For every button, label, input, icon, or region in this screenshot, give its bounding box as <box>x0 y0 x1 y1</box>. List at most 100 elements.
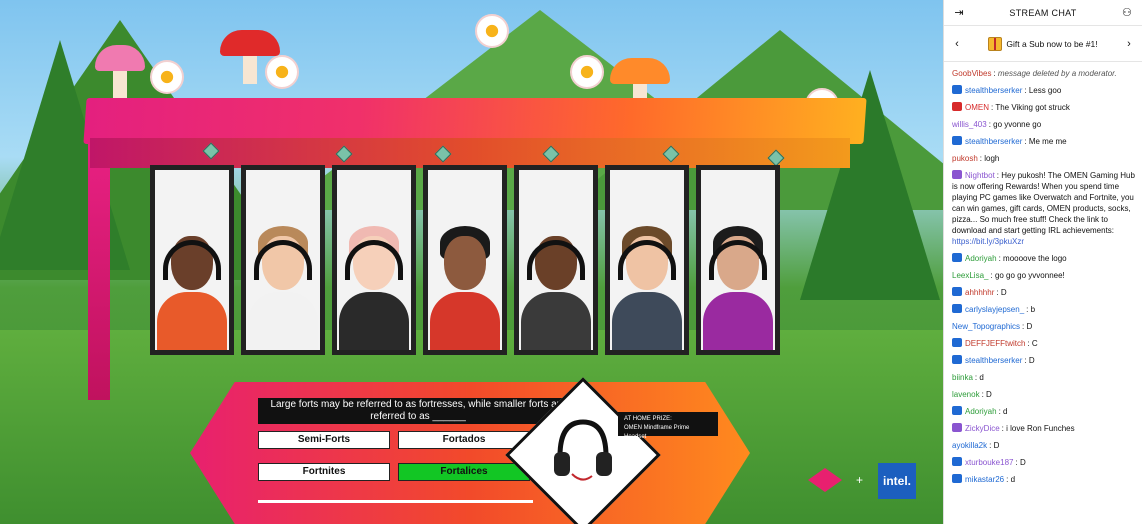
chat-message: lavenok: D <box>952 389 1136 400</box>
chat-username[interactable]: lavenok <box>952 390 980 399</box>
subscriber-badge-icon <box>952 253 962 262</box>
subscriber-badge-icon <box>952 304 962 313</box>
chat-message: New_Topographics: D <box>952 321 1136 332</box>
subscriber-badge-icon <box>952 474 962 483</box>
contestant-panels <box>150 165 780 355</box>
chat-message: ayokilla2k: D <box>952 440 1136 451</box>
chat-username[interactable]: DEFFJEFFtwitch <box>965 339 1025 348</box>
chat-username[interactable]: mikastar26 <box>965 475 1004 484</box>
chat-link[interactable]: https://bit.ly/3pkuXzr <box>952 237 1024 246</box>
chat-username[interactable]: stealthberserker <box>965 86 1022 95</box>
chat-message: LeexLisa_: go go go yvvonnee! <box>952 270 1136 281</box>
chat-message: stealthberserker: Less goo <box>952 85 1136 96</box>
chat-username[interactable]: LeexLisa_ <box>952 271 988 280</box>
chat-message: OMEN: The Viking got struck <box>952 102 1136 113</box>
chat-message: stealthberserker: D <box>952 355 1136 366</box>
chat-text: d <box>1010 475 1016 484</box>
flower <box>570 55 604 89</box>
flower <box>150 60 184 94</box>
chat-message-list[interactable]: GoobVibes: message deleted by a moderato… <box>944 62 1142 485</box>
subscriber-badge-icon <box>952 406 962 415</box>
subscriber-badge-icon <box>952 85 962 94</box>
chat-text: D <box>1000 288 1007 297</box>
chat-message: willis_403: go yvonne go <box>952 119 1136 130</box>
chat-message: biinka: d <box>952 372 1136 383</box>
chat-text: logh <box>984 154 1000 163</box>
prize-label-text: AT HOME PRIZE: <box>624 416 672 422</box>
chat-username[interactable]: carlyslayjepsen_ <box>965 305 1024 314</box>
chat-username[interactable]: Nightbot <box>965 171 995 180</box>
chat-text: d <box>1003 407 1008 416</box>
contestant-panel <box>332 165 416 355</box>
intel-logo: intel. <box>878 463 916 499</box>
chat-username[interactable]: OMEN <box>965 103 989 112</box>
contestant-panel <box>514 165 598 355</box>
collapse-arrow-icon[interactable]: ⇥ <box>952 6 966 19</box>
subscriber-badge-icon <box>952 287 962 296</box>
answer-option-4-correct[interactable]: Fortalices <box>398 463 530 481</box>
chat-text: C <box>1031 339 1038 348</box>
flower <box>475 14 509 48</box>
chat-title: STREAM CHAT <box>1009 7 1077 18</box>
answer-option-3[interactable]: Fortnites <box>258 463 390 481</box>
chat-text: The Viking got struck <box>995 103 1070 112</box>
chat-username[interactable]: pukosh <box>952 154 978 163</box>
prize-name: OMEN Mindframe Prime Headset <box>624 425 690 440</box>
chat-text: D <box>1026 322 1033 331</box>
chat-text: Hey pukosh! The OMEN Gaming Hub is now o… <box>952 171 1135 235</box>
chat-text: moooove the logo <box>1003 254 1067 263</box>
chat-text: go go go yvvonnee! <box>994 271 1065 280</box>
chat-username[interactable]: GoobVibes <box>952 69 991 78</box>
answer-option-1[interactable]: Semi-Forts <box>258 431 390 449</box>
chat-username[interactable]: stealthberserker <box>965 137 1022 146</box>
contestant-panel <box>696 165 780 355</box>
chat-message: ahhhhhr: D <box>952 287 1136 298</box>
chat-username[interactable]: New_Topographics <box>952 322 1020 331</box>
chat-text: D <box>993 441 1000 450</box>
subscriber-badge-icon <box>952 136 962 145</box>
chat-message: mikastar26: d <box>952 474 1136 485</box>
contestant-panel <box>605 165 689 355</box>
chevron-right-icon[interactable]: › <box>1122 38 1136 50</box>
headset-icon <box>554 419 612 481</box>
contestant-panel <box>241 165 325 355</box>
chat-text: Me me me <box>1028 137 1067 146</box>
chevron-left-icon[interactable]: ‹ <box>950 38 964 50</box>
omen-badge-icon <box>952 102 962 111</box>
chat-username[interactable]: ZickyDice <box>965 424 1000 433</box>
chat-header: ⇥ STREAM CHAT ⚇ <box>944 0 1142 26</box>
chat-message: ZickyDice: i love Ron Funches <box>952 423 1136 434</box>
flower <box>265 55 299 89</box>
gift-icon <box>988 36 1003 51</box>
gift-sub-text: Gift a Sub now to be #1! <box>1006 38 1098 49</box>
chat-message: stealthberserker: Me me me <box>952 136 1136 147</box>
stream-video[interactable]: Large forts may be referred to as fortre… <box>0 0 943 524</box>
mushroom <box>95 45 145 99</box>
timer-bar <box>258 500 533 503</box>
answer-option-2[interactable]: Fortados <box>398 431 530 449</box>
bot-badge-icon <box>952 170 962 179</box>
users-icon[interactable]: ⚇ <box>1120 6 1134 19</box>
gift-sub-cta[interactable]: Gift a Sub now to be #1! <box>988 36 1098 51</box>
chat-username[interactable]: Adoriyah <box>965 254 997 263</box>
chat-username[interactable]: stealthberserker <box>965 356 1022 365</box>
chat-message: GoobVibes: message deleted by a moderato… <box>952 68 1136 79</box>
chat-username[interactable]: Adoriyah <box>965 407 997 416</box>
chat-username[interactable]: willis_403 <box>952 120 987 129</box>
subscriber-badge-icon <box>952 457 962 466</box>
chat-message: xturbouke187: D <box>952 457 1136 468</box>
chat-message: Adoriyah: d <box>952 406 1136 417</box>
chat-text: b <box>1030 305 1036 314</box>
chat-text: D <box>1019 458 1026 467</box>
chat-text: D <box>1028 356 1035 365</box>
chat-text: d <box>979 373 984 382</box>
gift-sub-banner[interactable]: ‹ Gift a Sub now to be #1! › <box>944 26 1142 62</box>
chat-username[interactable]: ahhhhhr <box>965 288 994 297</box>
bot-badge-icon <box>952 423 962 432</box>
chat-username[interactable]: biinka <box>952 373 973 382</box>
chat-username[interactable]: xturbouke187 <box>965 458 1013 467</box>
subscriber-badge-icon <box>952 355 962 364</box>
chat-username[interactable]: ayokilla2k <box>952 441 987 450</box>
shelter-pillar <box>88 140 110 400</box>
chat-text: go yvonne go <box>993 120 1042 129</box>
